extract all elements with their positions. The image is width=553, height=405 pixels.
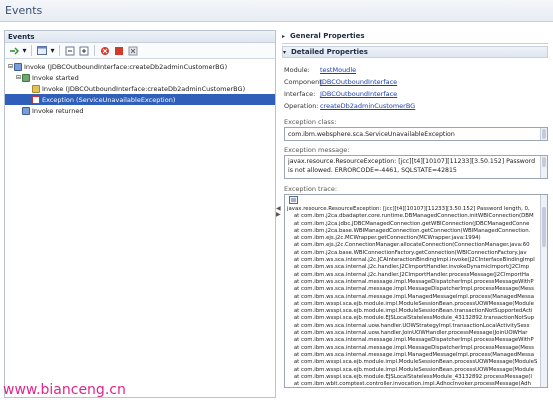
tree-item-exception[interactable]: Exception (ServiceUnavailableException) — [5, 94, 275, 105]
trace-line: at com.ibm.j2ca.dbadapter.core.runtime.D… — [287, 213, 534, 220]
general-properties-section[interactable]: ▸ General Properties — [282, 30, 548, 42]
operation-link[interactable]: createDb2adminCustomerBG — [320, 102, 415, 110]
interface-link[interactable]: JDBCOutboundInterface — [320, 90, 397, 98]
tree-item-invoke[interactable]: ⊟ Invoke (JDBCOutboundInterface:createDb… — [5, 61, 275, 72]
trace-line: at com.ibm.ws.sca.internal.message.impl.… — [287, 337, 534, 344]
trace-line: at com.ibm.ws.sca.internal.message.impl.… — [287, 286, 534, 293]
trace-line: at com.ibm.ws.sca.internal.uow.handler.U… — [287, 322, 530, 329]
trace-line: at com.ibm.wsspi.sca.ejb.module.impl.Mod… — [287, 308, 533, 315]
exception-icon — [32, 95, 40, 104]
tree-item-label: Exception (ServiceUnavailableException) — [42, 95, 176, 104]
events-panel-header: Events — [5, 31, 275, 43]
scrollbar[interactable] — [540, 156, 547, 178]
exception-class-value: com.ibm.websphere.sca.ServiceUnavailable… — [288, 131, 455, 138]
detailed-properties-header: Detailed Properties — [291, 48, 368, 56]
scrollbar[interactable] — [540, 195, 547, 387]
toolbar-separator — [59, 45, 60, 56]
module-row: Module: testMoudle — [282, 64, 548, 76]
divider — [282, 43, 548, 44]
scrollbar[interactable] — [540, 128, 547, 140]
module-label: Module: — [284, 66, 310, 74]
trace-line: at com.ibm.ws.sca.internal.message.impl.… — [287, 293, 535, 300]
property-list: Module: testMoudle Component: JDBCOutbou… — [282, 64, 548, 112]
exception-message-line: is not allowed. ERRORCODE=-4461, SQLSTAT… — [288, 166, 457, 174]
dropdown-arrow-icon[interactable]: ▾ — [50, 45, 55, 57]
view-menu-icon[interactable] — [36, 45, 48, 57]
trace-line: at com.ibm.ws.sca.internal.j2c.handler.J… — [287, 264, 530, 271]
watermark: www.bianceng.cn — [3, 382, 126, 398]
trace-line: javax.resource.ResourceException: [jcc][… — [287, 206, 530, 212]
component-label: Component: — [284, 78, 324, 86]
tree-item-invoke-started[interactable]: ⊟ Invoke started — [5, 72, 275, 83]
trace-line: at com.ibm.ws.sca.internal.j2c.JCAIntera… — [287, 257, 535, 264]
exception-trace-field[interactable]: javax.resource.ResourceException: [jcc][… — [284, 194, 548, 388]
operation-label: Operation: — [284, 102, 319, 110]
collapse-all-icon[interactable] — [64, 45, 76, 57]
general-properties-header: General Properties — [290, 32, 365, 40]
trace-line: at com.ibm.wsspi.sca.ejb.module.EJSLocal… — [287, 315, 535, 322]
toolbar-separator — [94, 45, 95, 56]
trace-line: at com.ibm.wsspi.sca.ejb.module.impl.Mod… — [287, 300, 534, 307]
invoke-icon — [32, 84, 40, 93]
exception-class-label: Exception class: — [284, 118, 337, 126]
properties-panel: ▸ General Properties ▾ Detailed Properti… — [282, 30, 548, 398]
interface-label: Interface: — [284, 90, 316, 98]
tree-item-label: Invoke returned — [32, 106, 84, 115]
tree-item-label: Invoke (JDBCOutboundInterface:createDb2a… — [42, 84, 246, 93]
collapse-icon[interactable]: ⊟ — [15, 74, 22, 81]
detailed-properties-section[interactable]: ▾ Detailed Properties — [282, 46, 548, 58]
trace-line: at com.ibm.ejs.j2c.MCWrapper.getConnecti… — [287, 235, 481, 242]
trace-line: at com.ibm.j2ca.base.WBIConnectionFactor… — [287, 249, 527, 256]
delete-icon[interactable] — [113, 45, 125, 57]
trace-line: at com.ibm.ws.sca.internal.message.impl.… — [287, 351, 535, 358]
exception-message-field[interactable]: javax.resource.ResourceException: [jcc][… — [284, 155, 548, 179]
trace-line: at com.ibm.ws.sca.internal.message.impl.… — [287, 278, 534, 285]
trace-line: at com.ibm.wbit.comptest.controller.invo… — [287, 381, 532, 388]
trace-text: javax.resource.ResourceException: [jcc][… — [287, 206, 537, 388]
toolbar-separator — [31, 45, 32, 56]
module-link[interactable]: testMoudle — [320, 66, 356, 74]
operation-row: Operation: createDb2adminCustomerBG — [282, 100, 548, 112]
dropdown-arrow-icon[interactable]: ▾ — [22, 45, 27, 57]
interface-row: Interface: JDBCOutboundInterface — [282, 88, 548, 100]
exception-trace-label: Exception trace: — [284, 185, 338, 193]
exception-message-label: Exception message: — [284, 146, 350, 154]
trace-line: at com.ibm.ws.sca.internal.uow.handler.J… — [287, 330, 528, 337]
events-tree: ⊟ Invoke (JDBCOutboundInterface:createDb… — [5, 59, 275, 116]
events-toolbar: ▾ ▾ — [5, 43, 275, 59]
stop-icon[interactable] — [99, 45, 111, 57]
trace-line: at com.ibm.ws.sca.internal.j2c.handler.J… — [287, 271, 530, 278]
exception-message-line: javax.resource.ResourceException: [jcc][… — [288, 158, 537, 165]
trace-line: at com.ibm.wsspi.sca.ejb.module.impl.Mod… — [287, 366, 534, 373]
component-link[interactable]: JDBCOutboundInterface — [320, 78, 397, 86]
collapse-icon[interactable]: ⊟ — [7, 63, 14, 70]
tree-item-invoke-child[interactable]: Invoke (JDBCOutboundInterface:createDb2a… — [5, 83, 275, 94]
exception-class-field[interactable]: com.ibm.websphere.sca.ServiceUnavailable… — [284, 127, 548, 141]
title-bar: Events — [0, 0, 553, 22]
trace-line: at com.ibm.ws.sca.internal.message.impl.… — [287, 344, 534, 351]
trace-line: at com.ibm.ejs.j2c.ConnectionManager.all… — [287, 242, 530, 249]
events-panel: Events ▾ ▾ ⊟ Invoke (JDBCOutboundInterfa… — [4, 30, 276, 398]
tree-item-invoke-returned[interactable]: Invoke returned — [5, 105, 275, 116]
trace-line: at com.ibm.j2ca.base.WBIManagedConnectio… — [287, 227, 531, 234]
collapse-icon[interactable]: ▾ — [283, 49, 291, 56]
window-title: Events — [5, 4, 43, 17]
trace-line: at com.ibm.j2ca.jdbc.JDBCManagedConnecti… — [287, 220, 530, 227]
trace-toolbar — [287, 195, 537, 206]
started-icon — [22, 73, 30, 82]
tree-item-label: Invoke (JDBCOutboundInterface:createDb2a… — [24, 62, 228, 71]
copy-icon[interactable] — [289, 195, 298, 206]
tree-item-label: Invoke started — [32, 73, 79, 82]
remove-icon[interactable] — [127, 45, 139, 57]
expand-all-icon[interactable] — [78, 45, 90, 57]
returned-icon — [22, 106, 30, 115]
invoke-icon — [14, 62, 22, 71]
component-row: Component: JDBCOutboundInterface — [282, 76, 548, 88]
trace-line: at com.ibm.wsspi.sca.ejb.module.EJSLocal… — [287, 373, 532, 380]
add-event-icon[interactable] — [8, 45, 20, 57]
expand-icon[interactable]: ▸ — [282, 33, 290, 40]
trace-line: at com.ibm.wsspi.sca.ejb.module.impl.Mod… — [287, 359, 537, 366]
